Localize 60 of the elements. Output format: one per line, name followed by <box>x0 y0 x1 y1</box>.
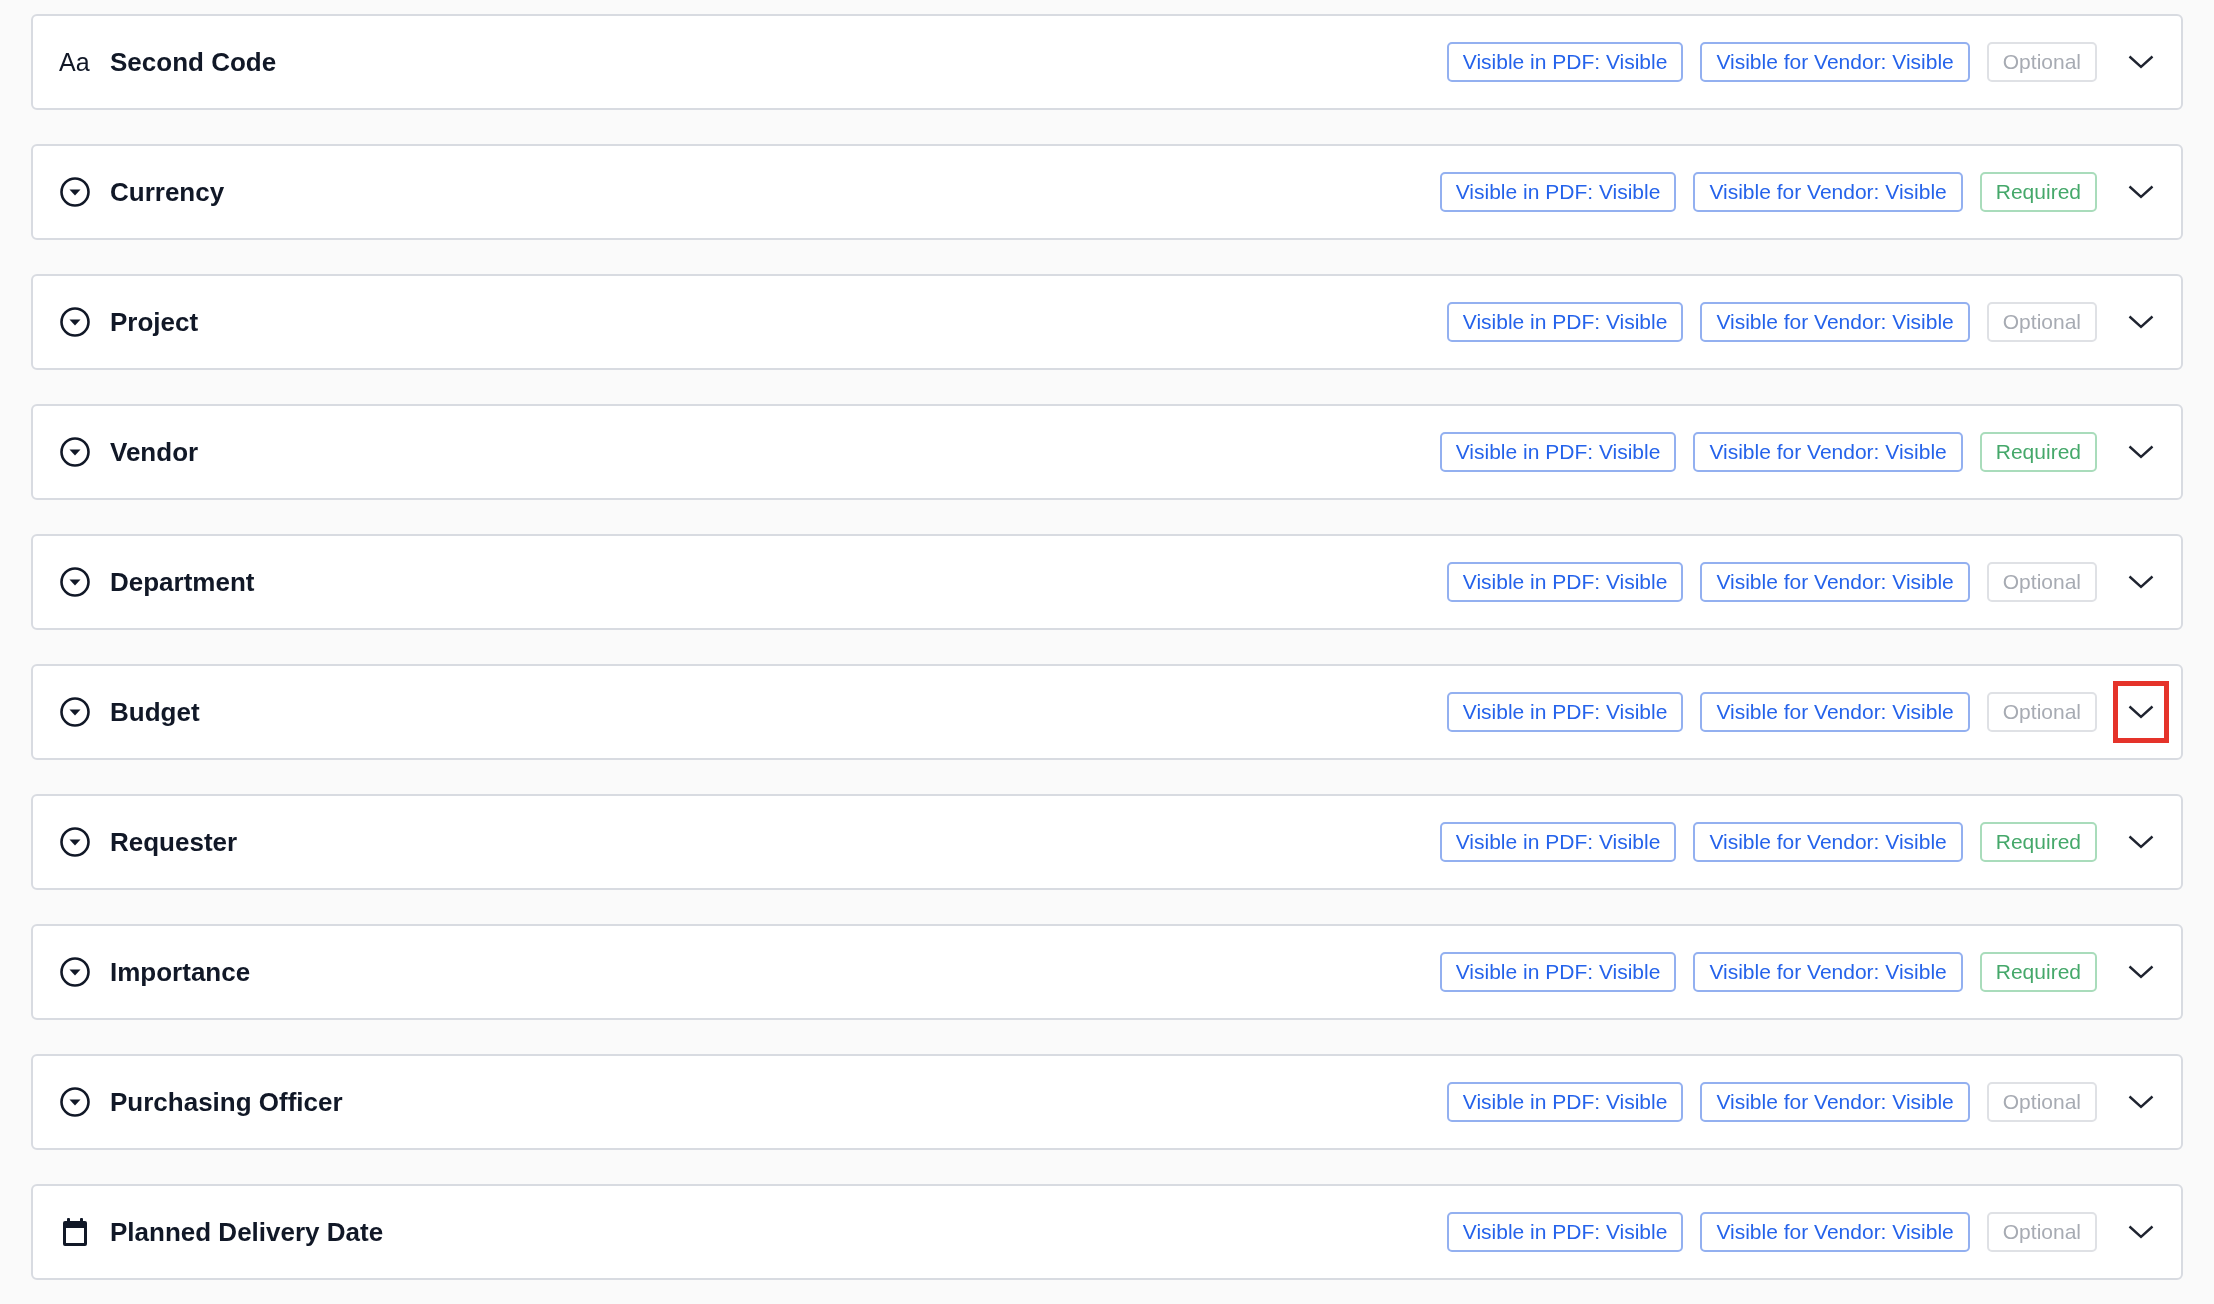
requirement-tag: Required <box>1979 172 2097 212</box>
vendor-visibility-tag: Visible for Vendor: Visible <box>1700 562 1970 602</box>
dropdown-circle-icon <box>59 696 91 728</box>
pdf-visibility-tag: Visible in PDF: Visible <box>1446 692 1684 732</box>
chevron-down-icon <box>2128 1225 2154 1239</box>
field-name: Second Code <box>110 46 278 78</box>
field-name: Department <box>110 566 256 598</box>
field-name: Currency <box>110 176 226 208</box>
requirement-tag: Optional <box>1986 1082 2097 1122</box>
vendor-visibility-tag: Visible for Vendor: Visible <box>1693 432 1963 472</box>
chevron-down-icon <box>2128 705 2154 719</box>
field-name: Budget <box>110 696 201 728</box>
field-name: Purchasing Officer <box>110 1086 344 1118</box>
vendor-visibility-tag: Visible for Vendor: Visible <box>1700 42 1970 82</box>
requirement-tag: Optional <box>1986 562 2097 602</box>
requirement-tag: Required <box>1979 432 2097 472</box>
chevron-down-icon <box>2128 185 2154 199</box>
vendor-visibility-tag: Visible for Vendor: Visible <box>1700 302 1970 342</box>
pdf-visibility-tag: Visible in PDF: Visible <box>1439 172 1677 212</box>
vendor-visibility-tag: Visible for Vendor: Visible <box>1693 172 1963 212</box>
chevron-down-icon <box>2128 965 2154 979</box>
dropdown-circle-icon <box>59 306 91 338</box>
requirement-tag: Required <box>1979 822 2097 862</box>
chevron-down-icon <box>2128 315 2154 329</box>
vendor-visibility-tag: Visible for Vendor: Visible <box>1693 822 1963 862</box>
dropdown-circle-icon <box>59 176 91 208</box>
chevron-down-icon <box>2128 55 2154 69</box>
requirement-tag: Required <box>1979 952 2097 992</box>
vendor-visibility-tag: Visible for Vendor: Visible <box>1700 1082 1970 1122</box>
expand-button[interactable] <box>2113 681 2169 743</box>
pdf-visibility-tag: Visible in PDF: Visible <box>1446 302 1684 342</box>
pdf-visibility-tag: Visible in PDF: Visible <box>1439 822 1677 862</box>
chevron-down-icon <box>2128 445 2154 459</box>
field-name: Project <box>110 306 200 338</box>
requirement-tag: Optional <box>1986 42 2097 82</box>
field-name: Requester <box>110 826 239 858</box>
pdf-visibility-tag: Visible in PDF: Visible <box>1446 1082 1684 1122</box>
chevron-down-icon <box>2128 575 2154 589</box>
dropdown-circle-icon <box>59 566 91 598</box>
field-name: Vendor <box>110 436 200 468</box>
dropdown-circle-icon <box>59 826 91 858</box>
requirement-tag: Optional <box>1986 1212 2097 1252</box>
pdf-visibility-tag: Visible in PDF: Visible <box>1446 562 1684 602</box>
text-type-icon: Aa <box>59 47 93 77</box>
dropdown-circle-icon <box>59 436 91 468</box>
field-name: Importance <box>110 956 252 988</box>
dropdown-circle-icon <box>59 956 91 988</box>
pdf-visibility-tag: Visible in PDF: Visible <box>1439 432 1677 472</box>
requirement-tag: Optional <box>1986 692 2097 732</box>
chevron-down-icon <box>2128 835 2154 849</box>
pdf-visibility-tag: Visible in PDF: Visible <box>1446 1212 1684 1252</box>
pdf-visibility-tag: Visible in PDF: Visible <box>1439 952 1677 992</box>
vendor-visibility-tag: Visible for Vendor: Visible <box>1700 1212 1970 1252</box>
chevron-down-icon <box>2128 1095 2154 1109</box>
requirement-tag: Optional <box>1986 302 2097 342</box>
pdf-visibility-tag: Visible in PDF: Visible <box>1446 42 1684 82</box>
vendor-visibility-tag: Visible for Vendor: Visible <box>1693 952 1963 992</box>
vendor-visibility-tag: Visible for Vendor: Visible <box>1700 692 1970 732</box>
field-name: Planned Delivery Date <box>110 1216 385 1248</box>
dropdown-circle-icon <box>59 1086 91 1118</box>
